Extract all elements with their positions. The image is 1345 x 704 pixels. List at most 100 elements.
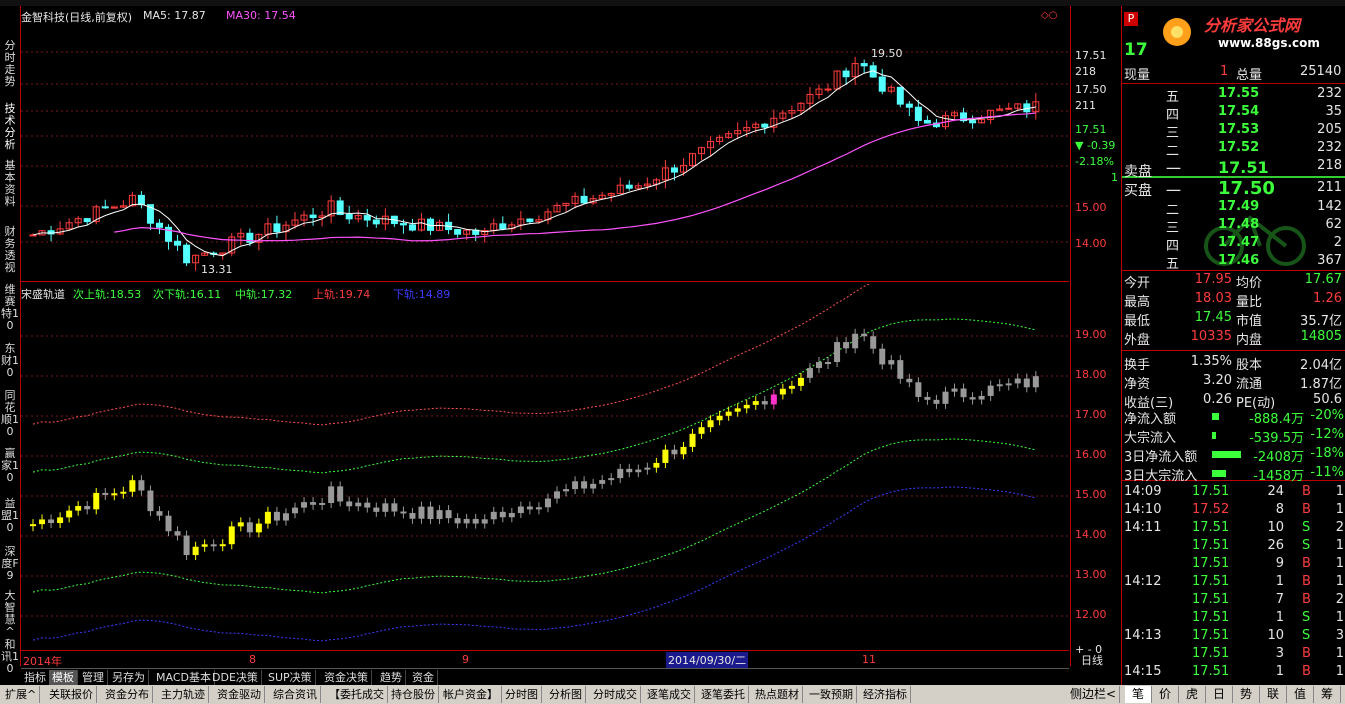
toolbar-button-0[interactable]: 扩展^ xyxy=(2,686,41,703)
bid-volume: 211 xyxy=(1317,180,1342,195)
stat-value: 0.26 xyxy=(1203,392,1232,407)
xianliang-label: 现量 xyxy=(1124,68,1151,83)
tick-time: 14:10 xyxy=(1124,502,1162,517)
nav-item-7[interactable]: 赢家10 xyxy=(0,446,20,486)
nav-item-5[interactable]: 东财10 xyxy=(0,341,20,381)
nav-item-8[interactable]: 益盟10 xyxy=(0,496,20,536)
tick-time: 14:11 xyxy=(1124,520,1162,535)
toolbar-button-9[interactable]: 分时图 xyxy=(502,686,542,703)
tick-row-1: 14:10 17.52 8 B 1 xyxy=(1122,502,1345,520)
sub-chart[interactable]: 宋盛轨道 次上轨:18.53 次下轨:16.11 中轨:17.32 上轨:19.74 下… xyxy=(21,284,1069,650)
y-tick-sub-4: 15.00 xyxy=(1075,488,1107,501)
panel-tab-3[interactable]: 日 xyxy=(1206,686,1233,703)
y-axis: 17.51 218 17.50 211 17.51 ▼ -0.39 -2.18%… xyxy=(1070,6,1121,667)
toolbar-button-12[interactable]: 逐笔成交 xyxy=(644,686,695,703)
tick-time: 14:12 xyxy=(1124,574,1162,589)
panel-tab-4[interactable]: 势 xyxy=(1233,686,1260,703)
tick-row-8: 14:13 17.51 10 S 3 xyxy=(1122,628,1345,646)
tick-count: 1 xyxy=(1335,664,1344,679)
chart-tab-2[interactable]: 管理 xyxy=(79,670,108,685)
flow-label: 净流入额 xyxy=(1124,412,1177,427)
panel-tab-1[interactable]: 价 xyxy=(1152,686,1179,703)
bid-price: 17.47 xyxy=(1218,235,1260,250)
y-ask-price: 17.51 xyxy=(1075,49,1107,62)
toolbar-button-5[interactable]: 综合资讯 xyxy=(270,686,321,703)
tick-side: S xyxy=(1302,610,1311,625)
nav-item-3[interactable]: 财务透视 xyxy=(0,224,20,276)
x-axis: 2014年 8 9 2014/09/30/二 11 xyxy=(21,650,1069,669)
tick-volume: 1 xyxy=(1275,610,1284,625)
toolbar-button-13[interactable]: 逐笔委托 xyxy=(698,686,749,703)
chart-tab-9[interactable]: 资金 xyxy=(409,670,438,685)
nav-item-6[interactable]: 同花顺10 xyxy=(0,388,20,440)
nav-item-4[interactable]: 维赛特10 xyxy=(0,282,20,334)
tick-side: B xyxy=(1302,664,1311,679)
panel-tab-6[interactable]: 值 xyxy=(1287,686,1314,703)
chart-tab-4[interactable]: MACD基本 xyxy=(153,670,215,685)
chart-tab-7[interactable]: 资金决策 xyxy=(321,670,372,685)
zongliang-label: 总量 xyxy=(1236,68,1263,83)
toolbar-button-10[interactable]: 分析图 xyxy=(546,686,586,703)
nav-item-2[interactable]: 基本资料 xyxy=(0,158,20,210)
tick-count: 1 xyxy=(1335,484,1344,499)
y-tick-sub-6: 13.00 xyxy=(1075,568,1107,581)
high-marker: 19.50 xyxy=(871,47,903,60)
ask-volume: 218 xyxy=(1317,158,1342,173)
nav-item-1[interactable]: 技术分析 xyxy=(0,101,20,153)
chart-tab-3[interactable]: 另存为 xyxy=(109,670,149,685)
flow-bar xyxy=(1212,432,1216,439)
toolbar-button-14[interactable]: 热点题材 xyxy=(752,686,803,703)
toolbar-button-1[interactable]: 关联报价 xyxy=(46,686,97,703)
toolbar-button-6[interactable]: 【委托成交 xyxy=(326,686,388,703)
tick-side: B xyxy=(1302,574,1311,589)
stat-row-3: 外盘 10335 内盘 14805 xyxy=(1122,329,1345,348)
stat-value: 17.67 xyxy=(1304,272,1342,287)
ask-price: 17.54 xyxy=(1218,104,1260,119)
y-ask-vol: 218 xyxy=(1075,65,1096,78)
toolbar-button-15[interactable]: 一致预期 xyxy=(806,686,857,703)
bid-volume: 367 xyxy=(1317,253,1342,268)
bid-level: 五 xyxy=(1166,257,1180,272)
toolbar-button-7[interactable]: 持仓股份 xyxy=(388,686,439,703)
tick-volume: 1 xyxy=(1275,574,1284,589)
toolbar-button-16[interactable]: 经济指标 xyxy=(860,686,911,703)
flow-label: 3日大宗流入 xyxy=(1124,469,1198,484)
p-badge[interactable]: P xyxy=(1124,12,1138,26)
ask-level: 三 xyxy=(1166,126,1180,141)
toolbar-button-11[interactable]: 分时成交 xyxy=(590,686,641,703)
nav-item-11[interactable]: 和讯10 xyxy=(0,637,20,677)
bid-level: 一 xyxy=(1166,182,1182,200)
flow-pct: -20% xyxy=(1310,408,1344,423)
bid-row-2: 三 17.48 62 xyxy=(1122,217,1345,236)
flow-row-0: 净流入额 -888.4万 -20% xyxy=(1122,408,1345,427)
toolbar-button-4[interactable]: 资金驱动 xyxy=(214,686,265,703)
toolbar-button-2[interactable]: 资金分布 xyxy=(102,686,153,703)
tick-row-3: 17.51 26 S 1 xyxy=(1122,538,1345,556)
ask-price: 17.51 xyxy=(1218,158,1269,177)
stat-value: 1.35% xyxy=(1190,354,1232,369)
sidebar-toggle[interactable]: 侧边栏< xyxy=(1067,686,1120,703)
stat-row-5: 净资 3.20 流通 1.87亿 xyxy=(1122,373,1345,392)
ask-level: 五 xyxy=(1166,90,1180,105)
panel-tab-5[interactable]: 联 xyxy=(1260,686,1287,703)
flow-row-2: 3日净流入额 -2408万 -18% xyxy=(1122,446,1345,465)
nav-item-0[interactable]: 分时走势 xyxy=(0,38,20,90)
chart-tab-8[interactable]: 趋势 xyxy=(377,670,406,685)
nav-item-10[interactable]: 大智慧^ xyxy=(0,588,20,640)
bid-volume: 2 xyxy=(1333,235,1342,250)
chart-tab-1[interactable]: 模板 xyxy=(49,670,78,685)
panel-tab-7[interactable]: 筹 xyxy=(1314,686,1341,703)
chart-tab-6[interactable]: SUP决策 xyxy=(265,670,316,685)
toolbar-button-3[interactable]: 主力轨迹 xyxy=(158,686,209,703)
flow-label: 大宗流入 xyxy=(1124,431,1177,446)
main-chart[interactable]: 金智科技(日线,前复权) MA5: 17.87 MA30: 17.54 ◇○ 1… xyxy=(21,6,1069,282)
chart-tab-0[interactable]: 指标 xyxy=(21,670,50,685)
toolbar-button-8[interactable]: 帐户资金】 xyxy=(440,686,502,703)
ask-level: 二 xyxy=(1166,144,1180,159)
panel-tab-0[interactable]: 笔 xyxy=(1125,686,1152,703)
y-tick-main-15: 15.00 xyxy=(1075,201,1107,214)
x-label-nov: 11 xyxy=(862,653,876,666)
nav-item-9[interactable]: 深度F9 xyxy=(0,544,20,584)
panel-tab-2[interactable]: 虎 xyxy=(1179,686,1206,703)
chart-tab-5[interactable]: DDE决策 xyxy=(209,670,262,685)
